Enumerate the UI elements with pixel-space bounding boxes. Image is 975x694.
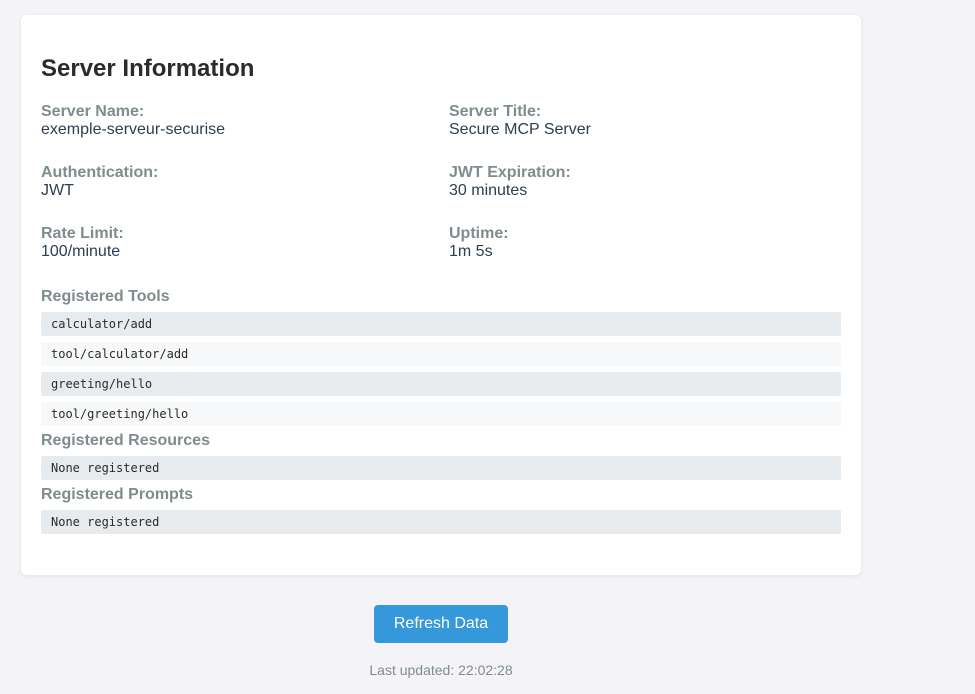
registered-resources-section: Registered Resources None registered: [41, 432, 841, 480]
refresh-data-button[interactable]: Refresh Data: [374, 605, 508, 643]
server-title-value: Secure MCP Server: [449, 121, 591, 138]
rate-limit-field: Rate Limit: 100/minute: [41, 225, 449, 286]
resource-item: None registered: [41, 456, 841, 480]
registered-resources-title: Registered Resources: [41, 432, 210, 449]
server-title-field: Server Title: Secure MCP Server: [449, 103, 841, 164]
jwt-expiration-label: JWT Expiration:: [449, 164, 571, 181]
card-title: Server Information: [41, 55, 255, 82]
jwt-expiration-field: JWT Expiration: 30 minutes: [449, 164, 841, 225]
server-name-value: exemple-serveur-securise: [41, 121, 226, 138]
registered-tools-title: Registered Tools: [41, 288, 170, 305]
tool-item: tool/greeting/hello: [41, 402, 841, 426]
uptime-label: Uptime:: [449, 225, 509, 242]
tool-item: tool/calculator/add: [41, 342, 841, 366]
server-title-label: Server Title:: [449, 103, 542, 120]
rate-limit-label: Rate Limit:: [41, 225, 124, 242]
uptime-value: 1m 5s: [449, 243, 493, 260]
authentication-value: JWT: [41, 182, 74, 199]
authentication-label: Authentication:: [41, 164, 159, 181]
registered-tools-section: Registered Tools calculator/add tool/cal…: [41, 288, 841, 426]
server-name-label: Server Name:: [41, 103, 145, 120]
rate-limit-value: 100/minute: [41, 243, 121, 260]
server-name-field: Server Name: exemple-serveur-securise: [41, 103, 449, 164]
last-updated-label: Last updated:: [369, 662, 455, 678]
jwt-expiration-value: 30 minutes: [449, 182, 528, 199]
authentication-field: Authentication: JWT: [41, 164, 449, 225]
registered-prompts-title: Registered Prompts: [41, 486, 194, 503]
tool-item: greeting/hello: [41, 372, 841, 396]
uptime-field: Uptime: 1m 5s: [449, 225, 841, 286]
last-updated-text: Last updated: 22:02:28: [0, 662, 882, 678]
info-grid: Server Name: exemple-serveur-securise Se…: [41, 103, 841, 286]
tool-item: calculator/add: [41, 312, 841, 336]
prompt-item: None registered: [41, 510, 841, 534]
last-updated-time: 22:02:28: [458, 662, 513, 678]
server-info-card: Server Information Server Name: exemple-…: [21, 15, 861, 575]
registered-prompts-section: Registered Prompts None registered: [41, 486, 841, 534]
